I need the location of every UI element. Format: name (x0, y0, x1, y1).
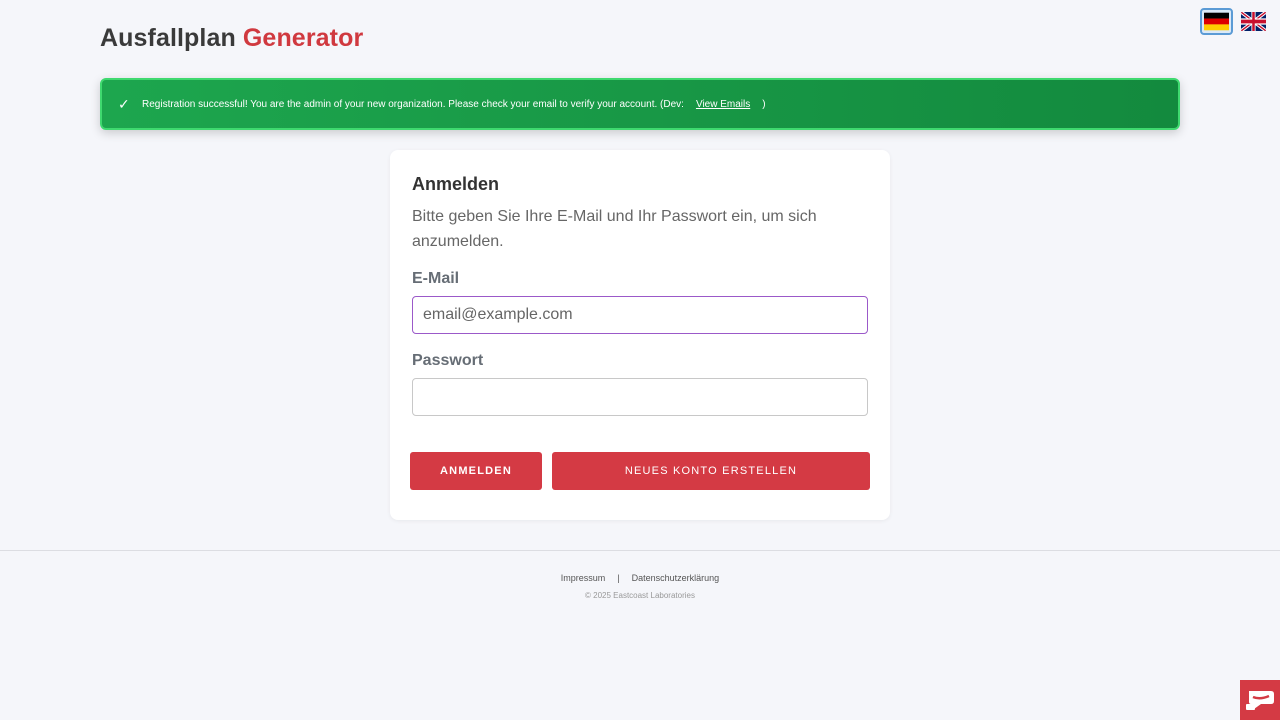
alert-message: Registration successful! You are the adm… (142, 98, 684, 110)
footer-links: Impressum | Datenschutzerklärung (0, 573, 1280, 583)
chat-widget-button[interactable] (1240, 680, 1280, 720)
copyright: © 2025 Eastcoast Laboratories (585, 591, 695, 600)
success-alert: ✓ Registration successful! You are the a… (100, 78, 1180, 130)
language-switcher (1200, 8, 1270, 35)
view-emails-link[interactable]: View Emails (696, 99, 750, 110)
login-actions: Anmelden Neues Konto erstellen (410, 452, 870, 490)
german-flag-icon (1204, 12, 1229, 31)
uk-flag-icon (1241, 12, 1266, 31)
page: Ausfallplan Generator ✓ Registration suc… (0, 0, 1280, 720)
app-title-part2: Generator (242, 24, 364, 52)
privacy-link[interactable]: Datenschutzerklärung (632, 573, 720, 583)
password-label: Passwort (412, 352, 484, 369)
app-title-part1: Ausfallplan (100, 24, 236, 52)
password-field[interactable] (412, 378, 868, 416)
language-de-button[interactable] (1200, 8, 1233, 35)
login-description: Bitte geben Sie Ihre E-Mail und Ihr Pass… (412, 208, 817, 250)
app-title: Ausfallplan Generator (100, 24, 363, 53)
footer-divider (0, 550, 1280, 551)
alert-suffix: ) (762, 98, 766, 110)
impressum-link[interactable]: Impressum (561, 573, 606, 583)
chat-widget-icon (1246, 691, 1274, 710)
email-field[interactable] (412, 296, 868, 334)
language-en-button[interactable] (1237, 8, 1270, 35)
email-label: E-Mail (412, 270, 460, 287)
check-icon: ✓ (118, 95, 130, 112)
footer-separator: | (617, 573, 620, 583)
login-card: Anmelden Bitte geben Sie Ihre E-Mail und… (390, 150, 890, 520)
register-button[interactable]: Neues Konto erstellen (552, 452, 870, 490)
login-title: Anmelden (412, 174, 500, 194)
login-button[interactable]: Anmelden (410, 452, 542, 490)
